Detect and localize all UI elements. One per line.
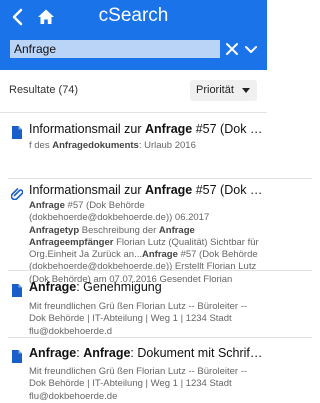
result-title[interactable]: Informationsmail zur Anfrage #57 (Dok Be… <box>29 122 263 136</box>
document-icon <box>12 350 22 363</box>
sort-dropdown[interactable]: Priorität <box>190 80 257 101</box>
top-app-bar: cSearch <box>0 0 267 70</box>
search-input[interactable] <box>10 40 220 58</box>
search-row <box>10 38 259 60</box>
result-item[interactable]: Anfrage: Anfrage: Dokument mit Schriftst… <box>0 346 267 402</box>
close-icon <box>226 43 238 55</box>
results-toolbar: Resultate (74) Priorität <box>0 70 267 113</box>
result-title[interactable]: Anfrage: Genehmigung <box>29 280 263 294</box>
result-snippet: f des Anfragedokuments: Urlaub 2016 <box>29 140 196 151</box>
result-snippet: Mit freundlichen Grü ßen Florian Lutz --… <box>29 301 248 337</box>
app-title: cSearch <box>98 5 169 26</box>
chevron-down-icon <box>245 46 257 53</box>
divider <box>8 270 312 271</box>
result-title[interactable]: Anfrage: Anfrage: Dokument mit Schriftst… <box>29 346 263 360</box>
result-item[interactable]: Informationsmail zur Anfrage #57 (Dok Be… <box>0 122 267 172</box>
document-icon <box>12 284 22 297</box>
result-item[interactable]: Anfrage: Genehmigung Mit freundlichen Gr… <box>0 280 267 337</box>
result-title[interactable]: Informationsmail zur Anfrage #57 (Dok Be… <box>29 183 263 197</box>
result-item[interactable]: Informationsmail zur Anfrage #57 (Dok Be… <box>0 183 267 285</box>
result-snippet: Mit freundlichen Grü ßen Florian Lutz --… <box>29 366 248 402</box>
divider <box>8 178 312 179</box>
sort-label: Priorität <box>196 84 234 96</box>
paperclip-icon <box>11 188 23 200</box>
document-icon <box>12 126 22 139</box>
caret-down-icon <box>242 88 250 93</box>
result-snippet: Anfrage #57 (Dok Behörde (dokbehoerde@do… <box>29 200 259 285</box>
results-count: Resultate (74) <box>9 84 79 96</box>
clear-search-button[interactable] <box>223 39 241 59</box>
search-options-button[interactable] <box>243 39 259 59</box>
divider <box>8 337 312 338</box>
